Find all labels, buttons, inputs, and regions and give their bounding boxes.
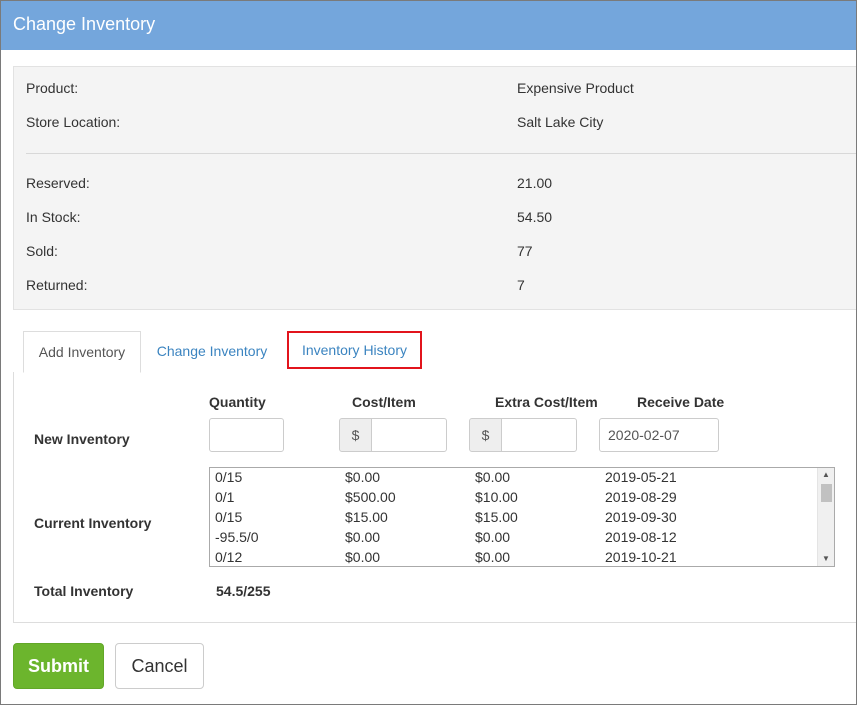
- tab-inventory-history[interactable]: Inventory History: [287, 331, 422, 369]
- lot-cost: $0.00: [345, 469, 381, 485]
- extra-cost-item-field: $: [469, 418, 577, 452]
- info-divider: [26, 153, 856, 154]
- cancel-button[interactable]: Cancel: [115, 643, 204, 689]
- quantity-input[interactable]: [209, 418, 284, 452]
- lot-quantity: 0/12: [215, 549, 243, 565]
- lot-cost: $500.00: [345, 489, 396, 505]
- extra-cost-currency-addon: $: [469, 418, 502, 452]
- current-inventory-list[interactable]: 0/15 $0.00 $0.00 2019-05-21 0/1 $500.00 …: [209, 467, 835, 567]
- receive-date-header: Receive Date: [637, 394, 725, 410]
- cost-item-field: $: [339, 418, 447, 452]
- list-scrollbar[interactable]: ▲ ▼: [817, 468, 834, 566]
- lot-quantity: 0/15: [215, 469, 243, 485]
- cost-item-header: Cost/Item: [352, 394, 416, 410]
- lot-quantity: 0/15: [215, 509, 243, 525]
- lot-cost: $0.00: [345, 549, 381, 565]
- quantity-header: Quantity: [209, 394, 266, 410]
- product-value: Expensive Product: [517, 80, 634, 96]
- lot-cost: $15.00: [345, 509, 388, 525]
- sold-label: Sold:: [26, 243, 58, 259]
- in-stock-value: 54.50: [517, 209, 553, 225]
- cost-item-input[interactable]: [371, 418, 447, 452]
- extra-cost-item-header: Extra Cost/Item: [495, 394, 598, 410]
- lot-date: 2019-08-29: [605, 489, 677, 505]
- extra-cost-item-input[interactable]: [501, 418, 577, 452]
- returned-label: Returned:: [26, 277, 88, 293]
- store-location-value: Salt Lake City: [517, 114, 604, 130]
- product-info-panel: Product: Expensive Product Store Locatio…: [13, 66, 856, 310]
- lot-extra-cost: $15.00: [475, 509, 518, 525]
- add-inventory-panel: Quantity Cost/Item Extra Cost/Item Recei…: [13, 372, 856, 623]
- in-stock-label: In Stock:: [26, 209, 81, 225]
- current-inventory-label: Current Inventory: [34, 515, 152, 531]
- change-inventory-dialog: Change Inventory Product: Expensive Prod…: [0, 0, 857, 705]
- scroll-thumb[interactable]: [821, 484, 832, 502]
- list-item[interactable]: -95.5/0 $0.00 $0.00 2019-08-12: [210, 528, 818, 548]
- lot-quantity: -95.5/0: [215, 529, 259, 545]
- receive-date-input[interactable]: [599, 418, 719, 452]
- lot-date: 2019-08-12: [605, 529, 677, 545]
- lot-extra-cost: $0.00: [475, 549, 511, 565]
- total-inventory-value: 54.5/255: [216, 583, 271, 599]
- product-label: Product:: [26, 80, 79, 96]
- lot-quantity: 0/1: [215, 489, 235, 505]
- sold-value: 77: [517, 243, 533, 259]
- inventory-tabs: Add Inventory Change Inventory Inventory…: [13, 331, 856, 373]
- lot-extra-cost: $0.00: [475, 469, 511, 485]
- tab-add-inventory[interactable]: Add Inventory: [23, 331, 141, 373]
- list-item[interactable]: 0/1 $500.00 $10.00 2019-08-29: [210, 488, 818, 508]
- tab-change-inventory[interactable]: Change Inventory: [147, 331, 277, 373]
- returned-value: 7: [517, 277, 525, 293]
- reserved-value: 21.00: [517, 175, 553, 191]
- new-inventory-label: New Inventory: [34, 431, 130, 447]
- store-location-label: Store Location:: [26, 114, 121, 130]
- lot-cost: $0.00: [345, 529, 381, 545]
- list-item[interactable]: 0/12 $0.00 $0.00 2019-10-21: [210, 548, 818, 566]
- total-inventory-label: Total Inventory: [34, 583, 134, 599]
- submit-button[interactable]: Submit: [13, 643, 104, 689]
- list-item[interactable]: 0/15 $15.00 $15.00 2019-09-30: [210, 508, 818, 528]
- lot-date: 2019-10-21: [605, 549, 677, 565]
- lot-date: 2019-05-21: [605, 469, 677, 485]
- lot-date: 2019-09-30: [605, 509, 677, 525]
- reserved-label: Reserved:: [26, 175, 90, 191]
- cost-currency-addon: $: [339, 418, 372, 452]
- scroll-down-arrow-icon[interactable]: ▼: [818, 552, 834, 566]
- lot-extra-cost: $10.00: [475, 489, 518, 505]
- lot-extra-cost: $0.00: [475, 529, 511, 545]
- list-item[interactable]: 0/15 $0.00 $0.00 2019-05-21: [210, 468, 818, 488]
- scroll-up-arrow-icon[interactable]: ▲: [818, 468, 834, 482]
- dialog-title: Change Inventory: [1, 1, 856, 50]
